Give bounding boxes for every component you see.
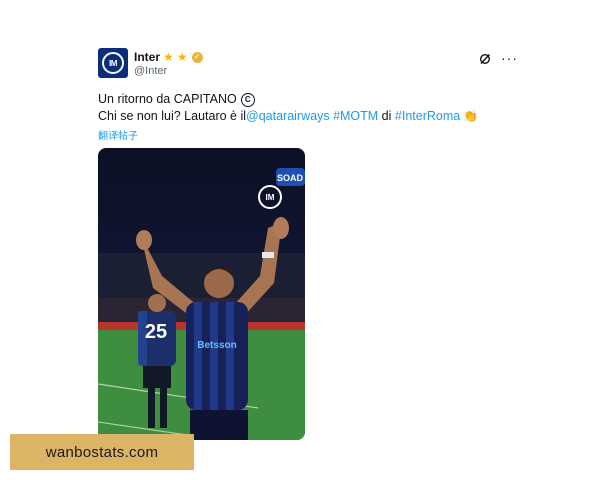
handle[interactable]: @Inter: [134, 65, 203, 77]
copyright-icon: C: [240, 92, 255, 107]
display-name[interactable]: Inter: [134, 50, 160, 64]
watermark-banner: wanbostats.com: [10, 434, 194, 470]
main-player-shorts: [190, 410, 248, 440]
background-player-leg: [148, 388, 155, 428]
hashtag-motm-link[interactable]: #MOTM: [333, 108, 378, 125]
verified-gold-icon[interactable]: ✓: [191, 51, 203, 63]
connector-text: di: [378, 109, 395, 123]
hashtag-team-link[interactable]: #InterRoma: [395, 108, 460, 125]
star-icon: ★: [163, 50, 174, 64]
mention-link[interactable]: @qatarairways: [246, 108, 330, 125]
main-player-stripe: [226, 302, 234, 410]
more-icon[interactable]: ···: [501, 51, 518, 65]
tweet-line-1: Un ritorno da CAPITANO C: [98, 91, 518, 108]
tweet-text-line1: Un ritorno da CAPITANO: [98, 92, 237, 106]
tweet-line-2: Chi se non lui? Lautaro è il @qatarairwa…: [98, 108, 518, 125]
top-actions: ···: [479, 51, 518, 65]
clapping-hands-icon: 👏: [463, 109, 479, 123]
background-player-shorts: [143, 366, 171, 388]
inter-crest-text: IM: [266, 193, 275, 202]
wristband: [262, 252, 274, 258]
tweet-text-line2-prefix: Chi se non lui? Lautaro è il: [98, 109, 247, 123]
inter-logo-icon: IM: [102, 52, 124, 74]
sponsor-text: Betsson: [197, 340, 236, 351]
background-jersey-number: 25: [145, 321, 167, 343]
translate-post-link[interactable]: 翻译帖子: [98, 127, 138, 142]
grok-icon[interactable]: [479, 52, 491, 65]
star-icon: ★: [176, 50, 188, 64]
tweet-text: Un ritorno da CAPITANO C Chi se non lui?…: [98, 91, 518, 125]
background-player-leg: [160, 388, 167, 428]
user-info: Inter ★ ★ ✓ @Inter: [134, 50, 203, 77]
avatar[interactable]: IM: [98, 48, 128, 78]
watermark-text: wanbostats.com: [45, 443, 159, 461]
main-player-stripe: [210, 302, 218, 410]
stadium-photo: SOAD IM 25 Betsson: [98, 168, 305, 440]
main-player-left-hand: [136, 230, 152, 250]
main-player-stripe: [194, 302, 202, 410]
background-player-head: [148, 294, 166, 312]
name-row: Inter ★ ★ ✓: [134, 50, 203, 64]
tweet-media[interactable]: SOAD IM 25 Betsson: [98, 148, 305, 440]
broadcast-logo-text: SOAD: [277, 173, 304, 183]
main-player-right-hand: [273, 217, 289, 239]
